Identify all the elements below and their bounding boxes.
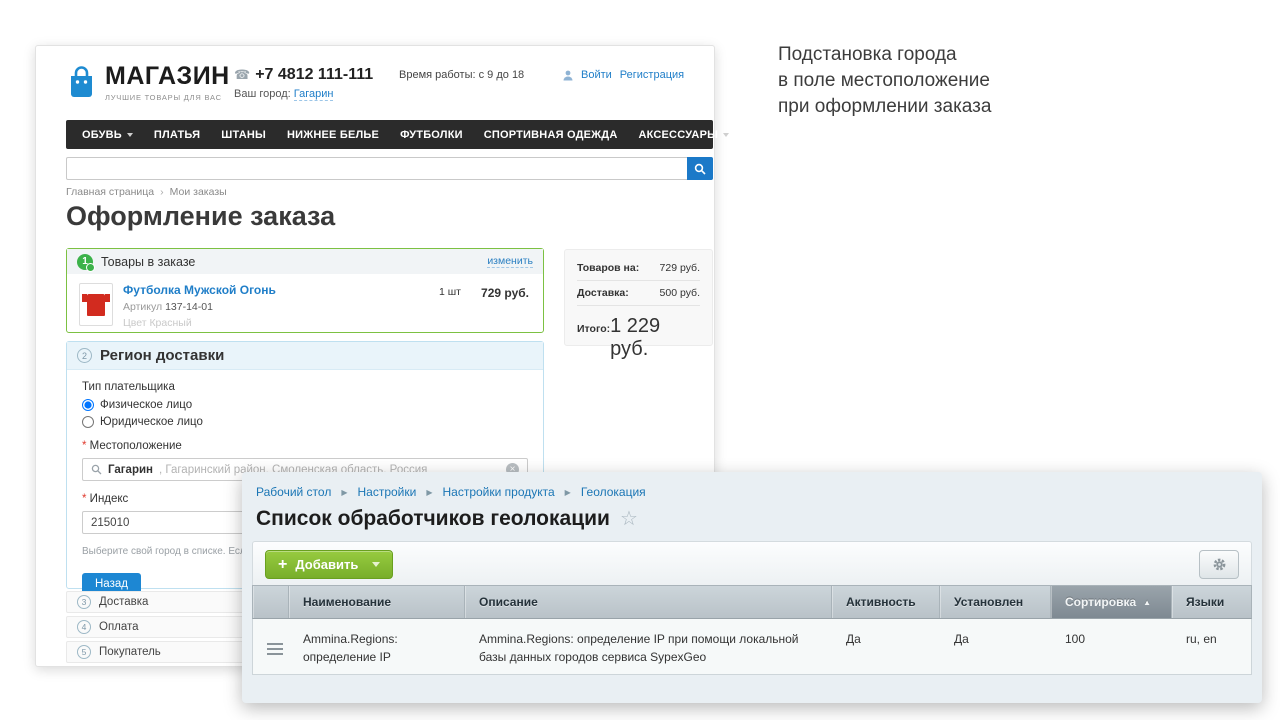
product-qty: 1 шт	[439, 286, 461, 298]
search-icon	[91, 464, 102, 475]
radio-individual-input[interactable]	[82, 399, 94, 411]
register-link[interactable]: Регистрация	[620, 69, 684, 81]
table-header-row: Наименование Описание Активность Установ…	[252, 585, 1252, 619]
breadcrumb-arrow-icon: ▶	[565, 488, 571, 497]
working-hours: Время работы: с 9 до 18	[399, 69, 524, 81]
sort-asc-icon: ▲	[1143, 598, 1151, 607]
header-drag-column	[253, 586, 289, 618]
nav-item-tshirts[interactable]: ФУТБОЛКИ	[400, 129, 463, 141]
location-label: Местоположение	[82, 440, 528, 452]
nav-item-shoes[interactable]: ОБУВЬ	[82, 129, 133, 141]
shop-name: МАГАЗИН	[105, 62, 230, 91]
step-number: 2	[77, 348, 92, 363]
header-name[interactable]: Наименование	[289, 586, 465, 618]
order-totals: Товаров на: 729 руб. Доставка: 500 руб. Ит…	[564, 249, 713, 346]
chevron-down-icon	[372, 562, 380, 567]
admin-panel-window: Рабочий стол ▶ Настройки ▶ Настройки про…	[242, 472, 1262, 703]
city-label: Ваш город:	[234, 88, 291, 100]
cell-description: Ammina.Regions: определение IP при помощ…	[465, 619, 832, 674]
breadcrumb-product-settings[interactable]: Настройки продукта	[442, 485, 554, 499]
breadcrumb-home[interactable]: Главная страница	[66, 186, 154, 198]
header-languages[interactable]: Языки	[1172, 586, 1253, 618]
order-items-block: 1 Товары в заказе изменить Футболка Мужс…	[66, 248, 544, 333]
product-image	[79, 283, 113, 326]
cell-sorting: 100	[1051, 619, 1172, 674]
search-icon	[694, 163, 706, 175]
region-block-title: Регион доставки	[100, 347, 224, 364]
product-row: Футболка Мужской Огонь Артикул 137-14-01…	[67, 274, 543, 338]
plus-icon: +	[278, 556, 287, 574]
search-bar	[66, 157, 713, 180]
shop-tagline: ЛУЧШИЕ ТОВАРЫ ДЛЯ ВАС	[105, 93, 230, 102]
chevron-down-icon	[127, 133, 133, 137]
annotation-note: Подстановка города в поле местоположение…	[778, 42, 991, 121]
radio-legal-entity[interactable]: Юридическое лицо	[82, 416, 528, 428]
header-description[interactable]: Описание	[465, 586, 832, 618]
contact-block: ☎ +7 4812 111-111 Ваш город: Гагарин	[234, 66, 373, 100]
edit-order-link[interactable]: изменить	[487, 255, 533, 268]
subtotal-label: Товаров на:	[577, 262, 639, 274]
product-price: 729 руб.	[481, 286, 529, 300]
gear-icon	[1212, 557, 1227, 572]
product-color: Цвет Красный	[123, 317, 531, 329]
admin-toolbar: + Добавить	[252, 541, 1252, 585]
admin-page-title: Список обработчиков геолокации	[256, 507, 610, 531]
header-sorting[interactable]: Сортировка ▲	[1051, 586, 1172, 618]
radio-individual[interactable]: Физическое лицо	[82, 399, 528, 411]
cell-languages: ru, en	[1172, 619, 1253, 674]
breadcrumb-geolocation[interactable]: Геолокация	[581, 485, 646, 499]
favorite-star-icon[interactable]: ☆	[620, 506, 638, 531]
phone-icon: ☎	[234, 67, 250, 83]
search-input[interactable]	[66, 157, 713, 180]
subtotal-value: 729 руб.	[660, 262, 700, 274]
total-value: 1 229 руб.	[610, 315, 700, 361]
settings-button[interactable]	[1199, 550, 1239, 579]
table-row: Ammina.Regions: определение IP Ammina.Re…	[252, 619, 1252, 675]
product-sku: Артикул 137-14-01	[123, 301, 531, 313]
header-installed[interactable]: Установлен	[940, 586, 1051, 618]
shopping-bag-icon	[68, 66, 95, 98]
admin-breadcrumb: Рабочий стол ▶ Настройки ▶ Настройки про…	[242, 472, 1262, 499]
delivery-value: 500 руб.	[660, 287, 700, 299]
login-link[interactable]: Войти	[581, 69, 612, 81]
search-button[interactable]	[687, 157, 713, 180]
auth-links: Войти Регистрация	[563, 69, 684, 81]
breadcrumb-arrow-icon: ▶	[341, 488, 347, 497]
nav-item-pants[interactable]: ШТАНЫ	[221, 129, 266, 141]
cart-count-badge: 1	[77, 254, 93, 270]
chevron-down-icon	[723, 133, 729, 137]
shop-logo: МАГАЗИН ЛУЧШИЕ ТОВАРЫ ДЛЯ ВАС	[68, 62, 230, 102]
payer-type-label: Тип плательщика	[82, 381, 528, 393]
location-city-value: Гагарин	[108, 464, 153, 476]
cell-name: Ammina.Regions: определение IP	[289, 619, 465, 674]
radio-legal-entity-input[interactable]	[82, 416, 94, 428]
cell-installed: Да	[940, 619, 1051, 674]
order-block-title: Товары в заказе	[101, 255, 195, 269]
nav-item-dresses[interactable]: ПЛАТЬЯ	[154, 129, 200, 141]
city-link[interactable]: Гагарин	[294, 88, 334, 101]
nav-item-sportswear[interactable]: СПОРТИВНАЯ ОДЕЖДА	[484, 129, 618, 141]
breadcrumb-arrow-icon: ▶	[426, 488, 432, 497]
phone-number: +7 4812 111-111	[255, 66, 373, 84]
product-name-link[interactable]: Футболка Мужской Огонь	[123, 283, 531, 297]
delivery-label: Доставка:	[577, 287, 629, 299]
user-icon	[563, 70, 573, 81]
add-button[interactable]: + Добавить	[265, 550, 393, 579]
page-title: Оформление заказа	[66, 201, 335, 232]
nav-item-accessories[interactable]: АКСЕССУАРЫ	[638, 129, 729, 141]
breadcrumb: Главная страница›Мои заказы	[66, 186, 227, 198]
breadcrumb-settings[interactable]: Настройки	[357, 485, 416, 499]
total-label: Итого:	[577, 323, 610, 335]
main-nav: ОБУВЬ ПЛАТЬЯ ШТАНЫ НИЖНЕЕ БЕЛЬЕ ФУТБОЛКИ…	[66, 120, 713, 149]
nav-item-underwear[interactable]: НИЖНЕЕ БЕЛЬЕ	[287, 129, 379, 141]
breadcrumb-orders[interactable]: Мои заказы	[170, 186, 227, 198]
cell-activity: Да	[832, 619, 940, 674]
header-activity[interactable]: Активность	[832, 586, 940, 618]
breadcrumb-desktop[interactable]: Рабочий стол	[256, 485, 331, 499]
drag-handle-icon[interactable]	[267, 643, 283, 655]
handlers-table: Наименование Описание Активность Установ…	[252, 585, 1252, 675]
